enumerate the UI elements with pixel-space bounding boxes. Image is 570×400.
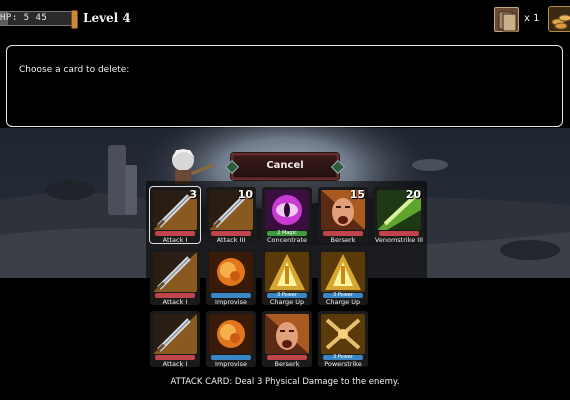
dialog-prompt: Choose a card to delete: — [19, 65, 130, 75]
eye-icon — [265, 190, 309, 230]
top-hud: HP: 5 45 Level 4 x 1 — [0, 0, 570, 40]
card-name: Charge Up — [269, 298, 305, 306]
charge-icon — [321, 252, 365, 292]
card-cost: 10 — [237, 188, 253, 201]
card-name: Attack III — [216, 236, 246, 244]
fire-icon — [209, 252, 253, 292]
card-name: Berserk — [274, 360, 300, 368]
sword-icon — [153, 314, 197, 354]
gold-coins-icon[interactable] — [548, 6, 570, 32]
card-powerstrike[interactable]: 3 Power Powerstrike — [318, 311, 368, 368]
face-icon — [265, 314, 309, 354]
hp-bar-cap — [71, 10, 78, 29]
level-label: Level 4 — [83, 11, 131, 25]
card-berserk[interactable]: Berserk — [262, 311, 312, 368]
card-improvise[interactable]: Improvise — [206, 311, 256, 368]
hp-bar: HP: 5 45 — [0, 10, 78, 29]
card-name: Improvise — [215, 360, 247, 368]
card-name: Concentrate — [266, 236, 308, 244]
card-cost: 20 — [405, 188, 421, 201]
sword-icon — [153, 252, 197, 292]
card-improvise[interactable]: Improvise — [206, 249, 256, 306]
card-attack-i[interactable]: Attack I — [150, 311, 200, 368]
card-name: Charge Up — [325, 298, 361, 306]
card-cost: 3 — [189, 188, 197, 201]
card-attack-i[interactable]: Attack I — [150, 249, 200, 306]
cancel-button[interactable]: Cancel — [231, 153, 339, 180]
swords-icon — [321, 314, 365, 354]
card-name: Powerstrike — [324, 360, 362, 368]
card-berserk[interactable]: 15 Berserk — [318, 187, 368, 244]
card-charge-up[interactable]: 3 Power Charge Up — [318, 249, 368, 306]
card-name: Improvise — [215, 298, 247, 306]
card-cost: 15 — [349, 188, 365, 201]
card-name: Attack I — [162, 298, 188, 306]
hp-text: HP: 5 45 — [0, 13, 48, 23]
card-attack-i[interactable]: 3 Attack I — [150, 187, 200, 244]
card-name: Berserk — [330, 236, 356, 244]
prompt-dialog: Choose a card to delete: — [6, 45, 563, 127]
card-grid: 3 Attack I 10 Attack III 2 Magic Concentrate 1… — [146, 181, 427, 371]
card-deck-icon[interactable] — [494, 7, 519, 32]
fire-icon — [209, 314, 253, 354]
card-name: Venomstrike III — [374, 236, 424, 244]
card-attack-iii[interactable]: 10 Attack III — [206, 187, 256, 244]
card-name: Attack I — [162, 360, 188, 368]
card-concentrate[interactable]: 2 Magic Concentrate — [262, 187, 312, 244]
charge-icon — [265, 252, 309, 292]
card-name: Attack I — [162, 236, 188, 244]
card-description: ATTACK CARD: Deal 3 Physical Damage to t… — [170, 377, 400, 387]
card-venomstrike-iii[interactable]: 20 Venomstrike III — [374, 187, 424, 244]
deck-count: x 1 — [524, 13, 540, 24]
card-charge-up[interactable]: 3 Power Charge Up — [262, 249, 312, 306]
